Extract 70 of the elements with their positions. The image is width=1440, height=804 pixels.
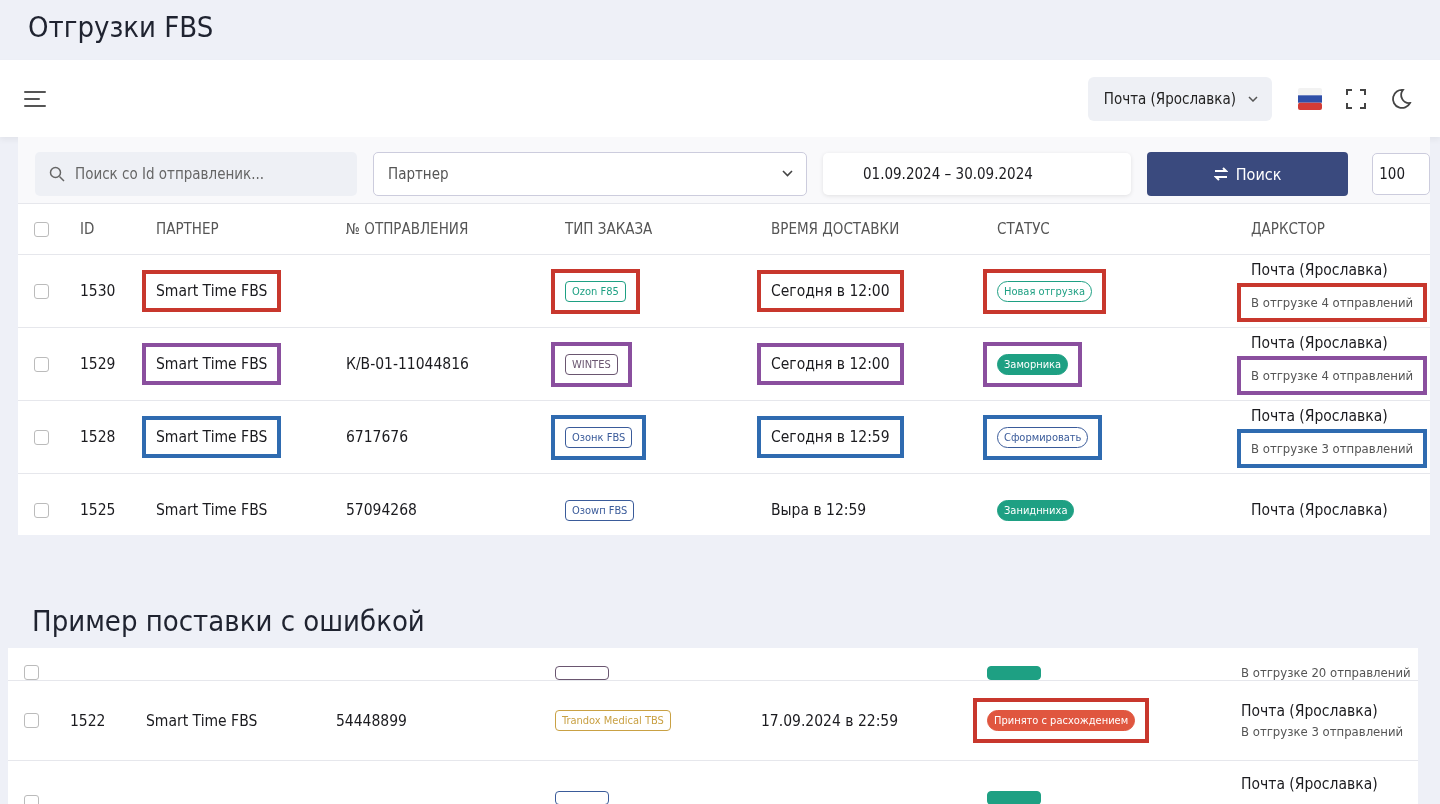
column-header: ВРЕМЯ ДОСТАВКИ <box>771 220 900 238</box>
row-checkbox[interactable] <box>24 713 39 728</box>
column-header: ТИП ЗАКАЗА <box>565 220 653 238</box>
delivery-time-cell: Сегодня в 12:59 <box>771 428 890 446</box>
search-field[interactable]: Поиск со Id отправленик... <box>35 152 357 196</box>
status-badge: Заниднниха <box>997 499 1075 521</box>
order-type-badge: WINTES <box>565 353 618 375</box>
id-cell: 1522 <box>70 711 106 730</box>
row-checkbox[interactable] <box>34 429 49 445</box>
id-cell: 1530 <box>80 282 116 300</box>
page-size-field[interactable]: 100 <box>1372 153 1430 195</box>
darkstore-name: Почта (Ярославка) <box>1251 333 1388 352</box>
delivery-time-cell: Выра в 12:59 <box>771 501 867 519</box>
darkstore-name: Почта (Ярославка) <box>1241 775 1378 793</box>
darkstore-name: Почта (Ярославка) <box>1251 501 1388 519</box>
partner-cell: Smart Time FBS <box>156 355 268 373</box>
column-header: № ОТПРАВЛЕНИЯ <box>346 220 469 238</box>
menu-icon[interactable] <box>24 89 46 108</box>
section-title: Пример поставки с ошибкой <box>32 603 425 638</box>
chevron-icon <box>1248 95 1258 102</box>
row-checkbox[interactable] <box>34 502 49 518</box>
search-button[interactable]: Поиск <box>1146 152 1349 196</box>
delivery-time-cell: 17.09.2024 в 22:59 <box>761 711 899 730</box>
delivery-time-cell: Сегодня в 12:00 <box>771 355 890 373</box>
order-type-badge: Ozon F85 <box>565 280 626 302</box>
page-title: Отгрузки FBS <box>27 9 215 46</box>
fullscreen-icon[interactable] <box>1346 88 1366 109</box>
order-type-badge: Trandox Medical TBS <box>555 710 671 731</box>
shipments-count: В отгрузке 20 отправлений <box>1241 665 1411 680</box>
shipment-number-cell: К/В-01-11044816 <box>346 355 469 373</box>
status-badge: Заморника <box>997 353 1069 375</box>
darkstore-name: Почта (Ярославка) <box>1241 702 1378 720</box>
id-cell: 1528 <box>80 428 116 446</box>
status-badge: Новая отгрузка <box>997 280 1092 302</box>
flag-icon[interactable] <box>1298 87 1322 110</box>
id-cell: 1529 <box>80 355 116 373</box>
shipments-count: В отгрузке 4 отправлений <box>1251 294 1414 310</box>
chevron-icon <box>782 170 793 177</box>
select-all-checkbox[interactable] <box>34 221 49 237</box>
delivery-time-cell: Сегодня в 12:00 <box>771 282 890 300</box>
shipment-number-cell: 6717676 <box>346 428 409 446</box>
shipments-count: В отгрузке 4 отправлений <box>1251 367 1414 383</box>
partner-cell: Smart Time FBS <box>156 428 268 446</box>
partner-cell: Smart Time FBS <box>146 711 258 730</box>
darkstore-name: Почта (Ярославка) <box>1251 260 1388 279</box>
row-checkbox[interactable] <box>34 356 49 372</box>
row-checkbox[interactable] <box>24 665 39 680</box>
order-type-badge: Озоwп FBS <box>565 499 635 521</box>
swap-icon <box>1213 167 1228 181</box>
status-badge: Сформировать <box>997 426 1089 448</box>
id-cell: 1525 <box>80 501 116 519</box>
partner-select[interactable]: Партнер <box>373 152 807 196</box>
shipment-number-cell: 57094268 <box>346 501 417 519</box>
warehouse-dropdown[interactable]: Почта (Ярославка) <box>1087 76 1272 121</box>
shipment-number-cell: 54448899 <box>336 711 407 730</box>
column-header: ДАРКСТОР <box>1251 220 1325 238</box>
moon-icon[interactable] <box>1390 87 1412 110</box>
darkstore-name: Почта (Ярославка) <box>1251 406 1388 425</box>
search-icon <box>49 166 65 182</box>
row-checkbox[interactable] <box>34 283 49 299</box>
date-range-field[interactable]: 01.09.2024 – 30.09.2024 <box>823 153 1131 195</box>
shipments-count: В отгрузке 3 отправлений <box>1241 724 1404 739</box>
column-header: СТАТУС <box>997 220 1050 238</box>
column-header: ID <box>80 220 95 238</box>
partner-cell: Smart Time FBS <box>156 501 268 519</box>
partner-cell: Smart Time FBS <box>156 282 268 300</box>
shipments-count: В отгрузке 3 отправлений <box>1251 440 1414 456</box>
column-header: ПАРТНЕР <box>156 220 219 238</box>
order-type-badge: Озонк FBS <box>565 426 633 448</box>
status-badge: Принято с расхождением <box>987 710 1136 731</box>
